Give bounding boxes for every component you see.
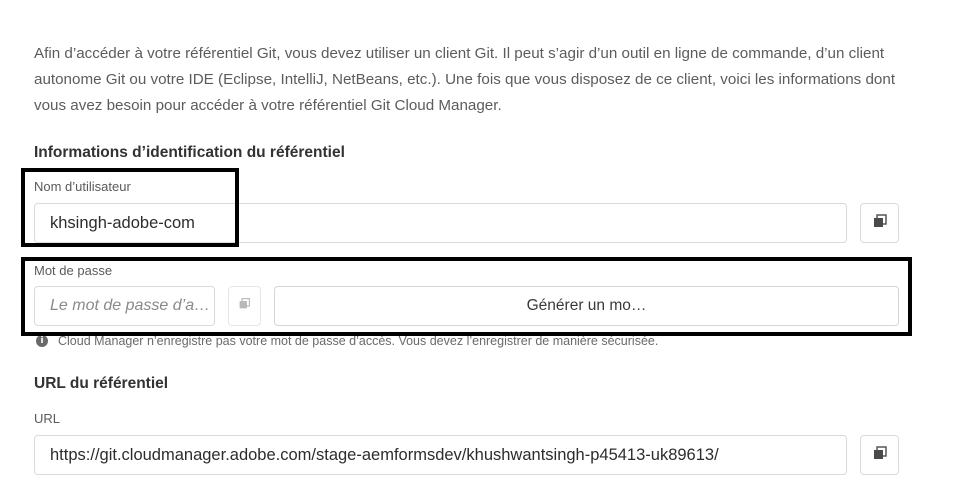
copy-icon xyxy=(872,213,888,234)
generate-password-button[interactable]: Générer un mo… xyxy=(274,286,899,326)
username-field[interactable]: khsingh-adobe-com xyxy=(34,203,847,243)
password-label: Mot de passe xyxy=(34,263,113,278)
password-note-text: Cloud Manager n’enregistre pas votre mot… xyxy=(58,334,659,348)
info-icon: i xyxy=(36,335,48,347)
repository-title: URL du référentiel xyxy=(34,375,169,392)
copy-url-button[interactable] xyxy=(860,435,899,475)
copy-icon xyxy=(872,445,888,466)
copy-username-button[interactable] xyxy=(860,203,899,243)
url-label: URL xyxy=(34,411,61,426)
password-note: i Cloud Manager n’enregistre pas votre m… xyxy=(36,334,658,348)
intro-text: Afin d’accéder à votre référentiel Git, … xyxy=(34,45,896,114)
credentials-title: Informations d’identification du référen… xyxy=(34,144,345,161)
copy-password-button[interactable] xyxy=(228,286,261,326)
copy-icon xyxy=(238,297,251,315)
password-field[interactable]: Le mot de passe d’a… xyxy=(34,286,215,326)
url-field[interactable]: https://git.cloudmanager.adobe.com/stage… xyxy=(34,435,847,475)
username-label: Nom d’utilisateur xyxy=(34,179,131,194)
